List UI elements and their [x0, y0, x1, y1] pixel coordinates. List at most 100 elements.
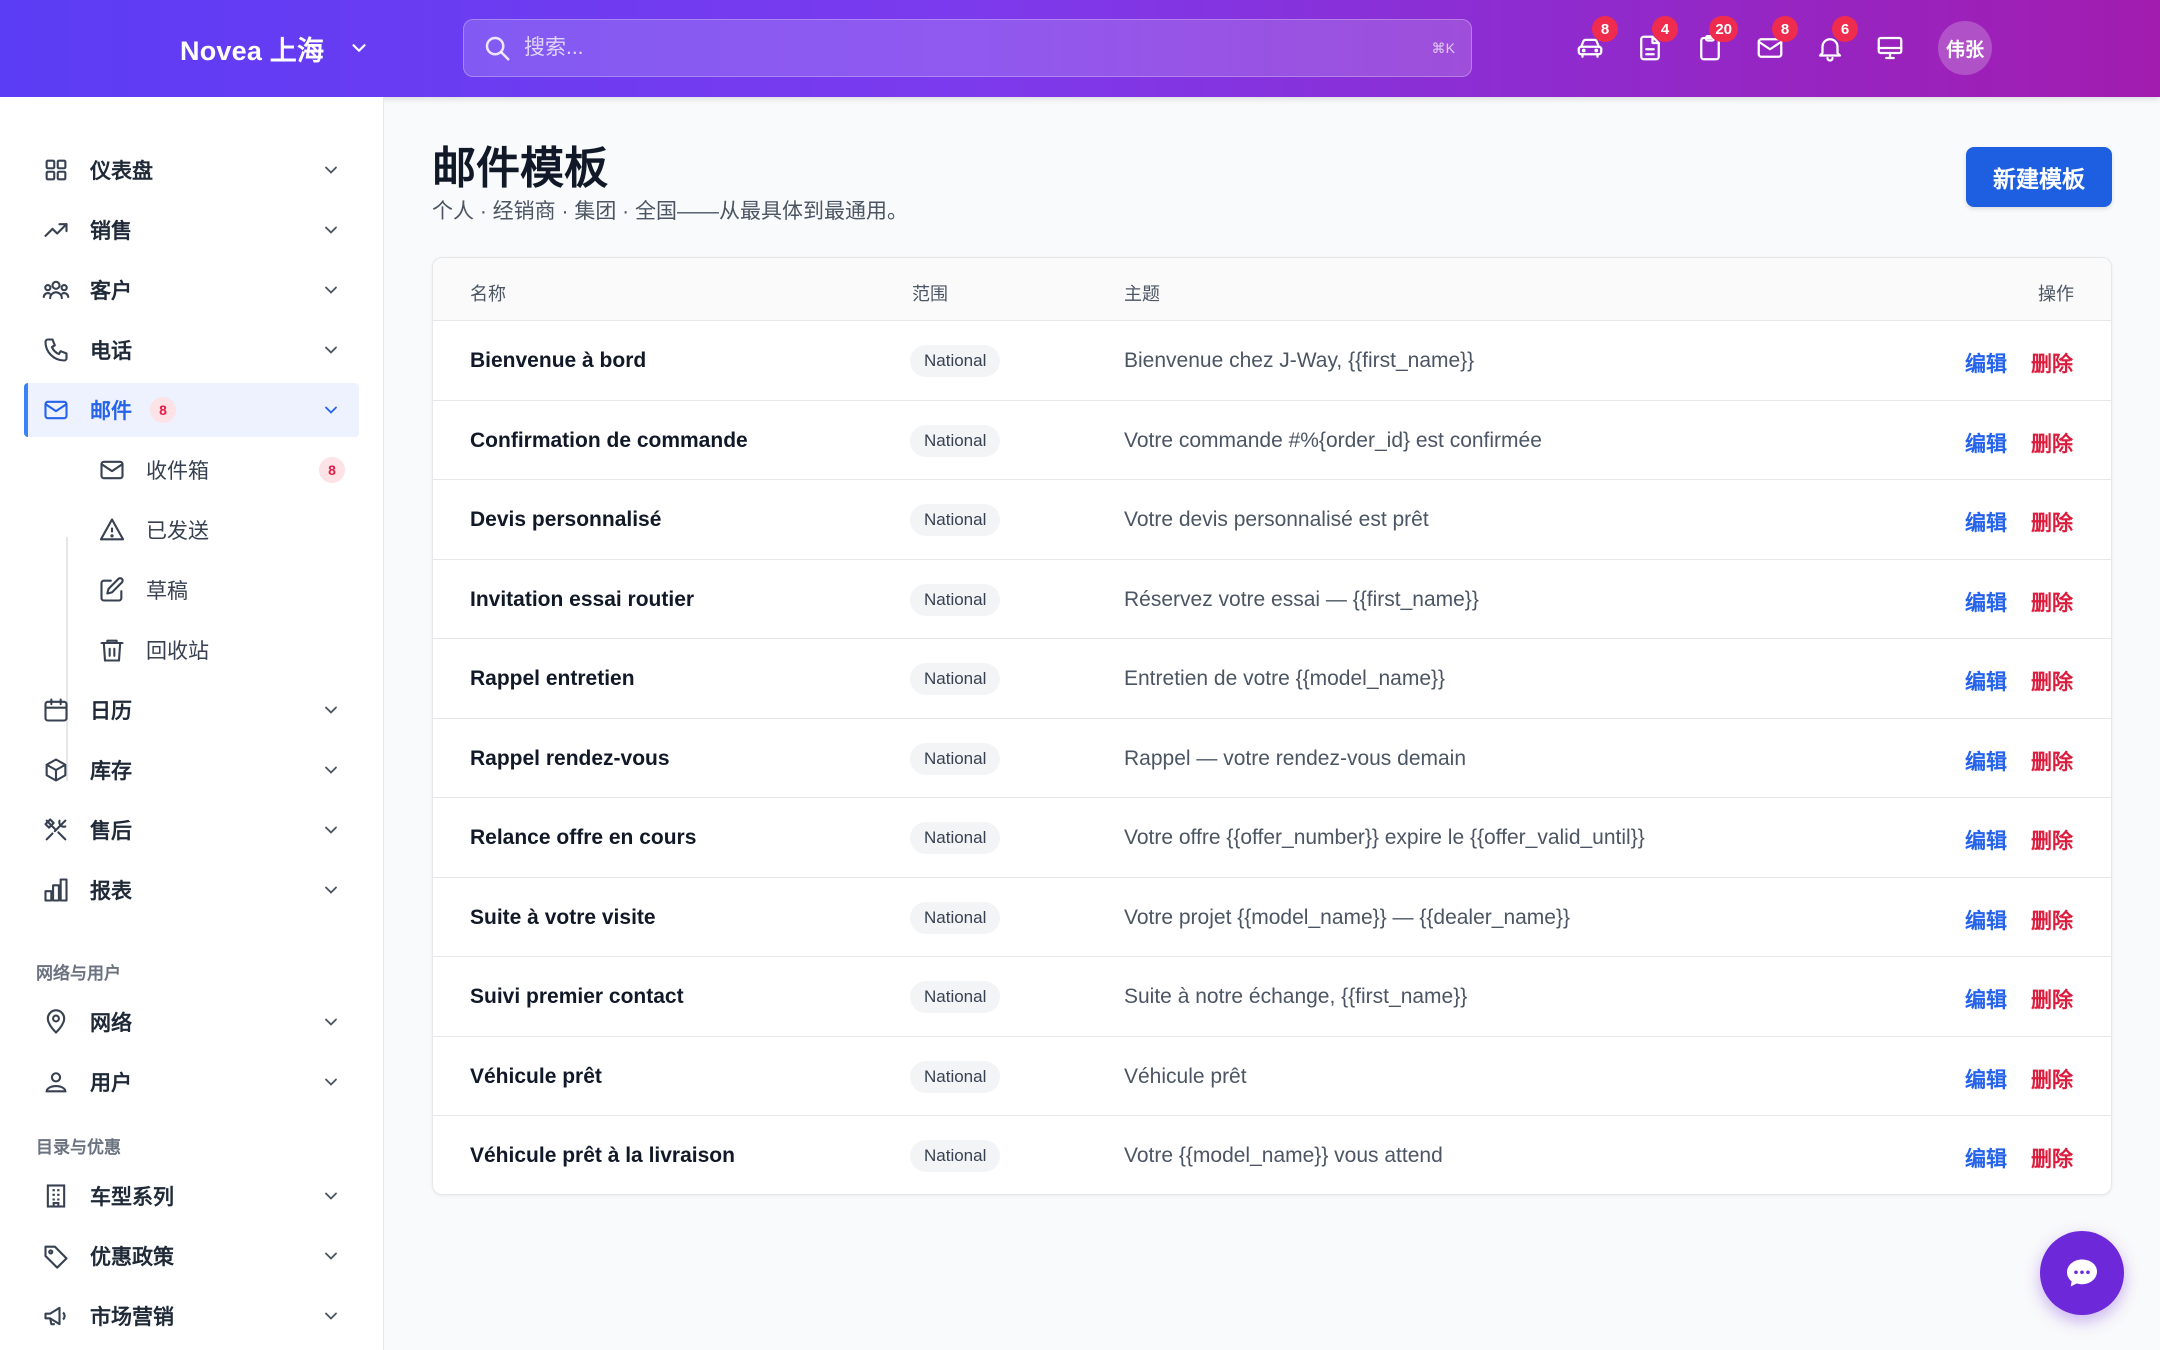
brand-name: Novea 上海 [180, 35, 325, 66]
bar-chart-icon [44, 878, 68, 902]
notification-badge: 20 [1709, 16, 1738, 42]
table-row[interactable]: Devis personnalisé National Votre devis pe… [433, 480, 2111, 560]
table-row[interactable]: Suite à votre visite National Votre projet… [433, 878, 2111, 957]
edit-button[interactable]: 编辑 [1965, 587, 2007, 617]
table-row[interactable]: Véhicule prêt National Véhicule prêt 编辑 删除 [433, 1037, 2111, 1116]
chevron-down-icon [325, 826, 337, 834]
template-name: Véhicule prêt à la livraison [470, 1144, 735, 1167]
inbox-count-badge: 8 [319, 457, 345, 483]
sidebar-item-label: 市场营销 [90, 1306, 174, 1329]
delete-button[interactable]: 删除 [2031, 984, 2073, 1014]
chevron-down-icon [325, 1312, 337, 1320]
delete-button[interactable]: 删除 [2031, 587, 2073, 617]
template-subject: Suite à notre échange, {{first_name}} [1124, 985, 1468, 1008]
tasks-button[interactable]: 20 [1692, 16, 1738, 66]
display-button[interactable] [1872, 30, 1908, 66]
table-row[interactable]: Invitation essai routier National Réservez… [433, 560, 2111, 639]
edit-button[interactable]: 编辑 [1965, 1064, 2007, 1094]
sidebar-item-marketing[interactable]: 市场营销 [24, 1289, 359, 1343]
sidebar-item-users[interactable]: 用户 [24, 1055, 359, 1109]
delete-button[interactable]: 删除 [2031, 348, 2073, 378]
table-row[interactable]: Relance offre en cours National Votre offr… [433, 798, 2111, 878]
sidebar-item-dashboard[interactable]: 仪表盘 [24, 143, 359, 197]
edit-button[interactable]: 编辑 [1965, 348, 2007, 378]
edit-button[interactable]: 编辑 [1965, 666, 2007, 696]
table-row[interactable]: Suivi premier contact National Suite à not… [433, 957, 2111, 1037]
delete-button[interactable]: 删除 [2031, 507, 2073, 537]
templates-table: 名称 范围 主题 操作 Bienvenue à bord National Bien… [432, 257, 2112, 1195]
chat-button[interactable] [2040, 1231, 2124, 1315]
sidebar-item-reports[interactable]: 报表 [24, 863, 359, 917]
sidebar-item-customers[interactable]: 客户 [24, 263, 359, 317]
scope-badge: National [910, 901, 1001, 934]
grid-icon [45, 159, 67, 181]
template-name: Rappel rendez-vous [470, 746, 670, 770]
sidebar-item-phone[interactable]: 电话 [24, 323, 359, 377]
delete-button[interactable]: 删除 [2031, 905, 2073, 935]
chevron-down-icon [325, 1192, 337, 1200]
delete-button[interactable]: 删除 [2031, 825, 2073, 855]
edit-button[interactable]: 编辑 [1965, 825, 2007, 855]
table-row[interactable]: Rappel rendez-vous National Rappel — votre… [433, 719, 2111, 798]
edit-button[interactable]: 编辑 [1965, 905, 2007, 935]
edit-button[interactable]: 编辑 [1965, 1143, 2007, 1173]
section-label-network: 网络与用户 [36, 964, 121, 983]
mail-button[interactable]: 8 [1752, 16, 1798, 66]
mail-icon [44, 400, 68, 420]
sidebar-subitem-trash[interactable]: 回收站 [80, 623, 355, 677]
notification-badge: 6 [1832, 16, 1858, 42]
chevron-down-icon [352, 44, 366, 52]
delete-button[interactable]: 删除 [2031, 1064, 2073, 1094]
chevron-down-icon [325, 346, 337, 354]
sidebar-item-label: 销售 [90, 220, 132, 243]
sidebar-subitem-label: 已发送 [146, 520, 209, 543]
sidebar-item-label: 库存 [90, 760, 132, 783]
user-avatar[interactable]: 伟张 [1938, 21, 1992, 75]
chevron-down-icon [325, 226, 337, 234]
edit-icon [100, 577, 124, 602]
edit-button[interactable]: 编辑 [1965, 507, 2007, 537]
sidebar-item-offers[interactable]: 优惠政策 [24, 1229, 359, 1283]
edit-button[interactable]: 编辑 [1965, 746, 2007, 776]
notifications-button[interactable]: 6 [1812, 16, 1858, 66]
sidebar-item-network[interactable]: 网络 [24, 995, 359, 1049]
monitor-icon [1877, 36, 1903, 60]
section-label-catalog: 目录与优惠 [36, 1138, 121, 1157]
notification-badge: 4 [1652, 16, 1678, 42]
sidebar-item-aftersales[interactable]: 售后 [24, 803, 359, 857]
sidebar-item-sales[interactable]: 销售 [24, 203, 359, 257]
sidebar-item-label: 优惠政策 [90, 1246, 174, 1269]
users-icon [42, 280, 70, 300]
sidebar-subitem-sent[interactable]: 已发送 [80, 503, 355, 557]
brand-switcher[interactable]: Novea 上海 [180, 28, 370, 68]
sidebar-item-calendar[interactable]: 日历 [24, 683, 359, 737]
table-row[interactable]: Confirmation de commande National Votre co… [433, 401, 2111, 480]
table-row[interactable]: Bienvenue à bord National Bienvenue chez J… [433, 321, 2111, 401]
scope-badge: National [910, 981, 1001, 1013]
chevron-down-icon [325, 166, 337, 174]
delete-button[interactable]: 删除 [2031, 428, 2073, 458]
template-subject: Véhicule prêt [1124, 1064, 1247, 1088]
sidebar-subitem-drafts[interactable]: 草稿 [80, 563, 355, 617]
car-button[interactable]: 8 [1572, 16, 1618, 66]
sidebar-item-models[interactable]: 车型系列 [24, 1169, 359, 1223]
edit-button[interactable]: 编辑 [1965, 428, 2007, 458]
sidebar-item-mail[interactable]: 邮件 8 [24, 383, 359, 437]
template-subject: Votre commande #%{order_id} est confirmé… [1124, 428, 1542, 452]
delete-button[interactable]: 删除 [2031, 1143, 2073, 1173]
documents-button[interactable]: 4 [1632, 16, 1678, 66]
trash-icon [100, 639, 124, 662]
delete-button[interactable]: 删除 [2031, 666, 2073, 696]
edit-button[interactable]: 编辑 [1965, 984, 2007, 1014]
new-template-button[interactable]: 新建模板 [1966, 147, 2112, 207]
table-row[interactable]: Véhicule prêt à la livraison National Votr… [433, 1116, 2111, 1194]
sidebar-subitem-inbox[interactable]: 收件箱 8 [80, 443, 355, 497]
template-name: Devis personnalisé [470, 508, 662, 531]
calendar-icon [44, 698, 68, 722]
search-bar[interactable]: ⌘K [463, 19, 1472, 77]
search-input[interactable] [524, 36, 1432, 60]
sidebar-item-inventory[interactable]: 库存 [24, 743, 359, 797]
delete-button[interactable]: 删除 [2031, 746, 2073, 776]
scope-badge: National [910, 1060, 1001, 1093]
table-row[interactable]: Rappel entretien National Entretien de vot… [433, 639, 2111, 719]
